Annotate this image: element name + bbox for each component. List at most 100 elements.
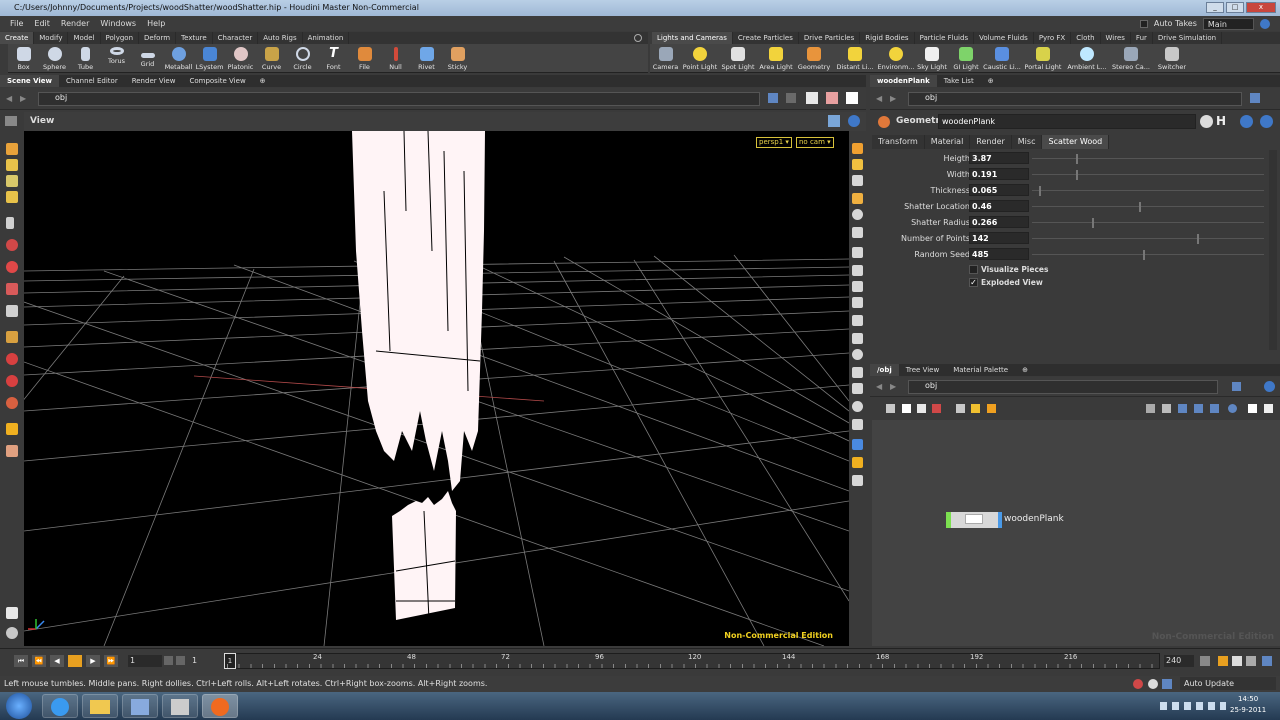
gear-icon[interactable]: [1264, 381, 1275, 392]
frame-step-icon[interactable]: [164, 656, 173, 665]
viewer-path-field[interactable]: obj: [38, 92, 760, 106]
start-button[interactable]: [6, 693, 32, 719]
shelf-tab-drive-particles[interactable]: Drive Particles: [799, 32, 861, 44]
height-input[interactable]: 3.87: [969, 152, 1029, 164]
pointer-icon[interactable]: [6, 217, 14, 229]
shelf-left-add-icon[interactable]: [634, 34, 642, 42]
shelf-tab-auto-rigs[interactable]: Auto Rigs: [258, 32, 303, 44]
lod-icon[interactable]: [852, 401, 863, 412]
auto-takes-toggle[interactable]: [1139, 19, 1148, 28]
gear-icon[interactable]: [1200, 115, 1213, 128]
backface-icon[interactable]: [852, 193, 863, 204]
shelf-tool-box[interactable]: Box: [8, 44, 39, 73]
network-editor[interactable]: woodenPlank Non-Commercial Edition: [872, 420, 1280, 646]
note-icon[interactable]: [971, 404, 980, 413]
display-box-icon[interactable]: [806, 92, 818, 104]
help-icon[interactable]: [1240, 115, 1253, 128]
weight-icon[interactable]: [6, 397, 18, 409]
menu-windows[interactable]: Windows: [100, 19, 136, 28]
add-tab-icon[interactable]: ⊕: [1015, 364, 1035, 376]
normals-icon[interactable]: [852, 227, 863, 238]
random-seed-input[interactable]: 485: [969, 248, 1029, 260]
zoom-icon[interactable]: [1228, 404, 1237, 413]
shelf-tab-model[interactable]: Model: [68, 32, 101, 44]
frame-lock-icon[interactable]: [176, 656, 185, 665]
slider-knob[interactable]: [1076, 154, 1079, 164]
box-icon[interactable]: [987, 404, 996, 413]
scene-viewport[interactable]: persp1 ▾ no cam ▾ Non-Commercial Edition: [24, 131, 849, 646]
wire-mode-icon[interactable]: [1178, 404, 1187, 413]
tab-scene-view[interactable]: Scene View: [0, 75, 60, 87]
camera-view-icon[interactable]: [6, 627, 18, 639]
prim-num-icon[interactable]: [852, 281, 863, 292]
shelf-tab-deform[interactable]: Deform: [139, 32, 177, 44]
exploded-view-checkbox[interactable]: ✓: [969, 278, 978, 287]
shelf-tab-create[interactable]: Create: [0, 32, 35, 44]
rotate-tool-icon[interactable]: [6, 175, 18, 187]
help-icon[interactable]: [1248, 404, 1257, 413]
close-icon[interactable]: [1264, 404, 1273, 413]
slider-knob[interactable]: [1038, 186, 1041, 196]
tab-take-list[interactable]: Take List: [937, 75, 981, 87]
param-path-field[interactable]: obj: [908, 92, 1242, 106]
maximize-button[interactable]: □: [1226, 2, 1244, 13]
shelf-tool-torus[interactable]: Torus: [101, 44, 132, 73]
vertex-icon[interactable]: [852, 265, 863, 276]
handle-tool-icon[interactable]: [6, 239, 18, 251]
width-slider[interactable]: [1032, 170, 1264, 180]
menu-help[interactable]: Help: [147, 19, 165, 28]
network-node-label[interactable]: woodenPlank: [1004, 514, 1064, 524]
taskbar-explorer-icon[interactable]: [82, 694, 118, 718]
play-reverse-button[interactable]: ◀: [50, 655, 64, 667]
current-frame-field[interactable]: 1: [190, 655, 220, 667]
shelf-tool-lsystem[interactable]: LSystem: [194, 44, 225, 73]
tab-scatter-wood[interactable]: Scatter Wood: [1042, 135, 1110, 149]
back-icon[interactable]: ◀: [6, 91, 12, 107]
width-input[interactable]: 0.191: [969, 168, 1029, 180]
shatter-location-input[interactable]: 0.46: [969, 200, 1029, 212]
capture-icon[interactable]: [6, 375, 18, 387]
shatter-location-slider[interactable]: [1032, 202, 1264, 212]
shelf-tool-null[interactable]: Null: [380, 44, 411, 73]
shelf-tool-tube[interactable]: Tube: [70, 44, 101, 73]
tab-render-view[interactable]: Render View: [125, 75, 183, 87]
arrange-icon[interactable]: [1146, 404, 1155, 413]
add-tab-icon[interactable]: ⊕: [981, 75, 1001, 87]
shelf-tab-particle-fluids[interactable]: Particle Fluids: [915, 32, 975, 44]
param-scrollbar[interactable]: [1269, 150, 1277, 350]
light-toggle-icon[interactable]: [852, 143, 863, 154]
brush-icon[interactable]: [6, 445, 18, 457]
cache-icon[interactable]: [1148, 679, 1158, 689]
persp-camera-menu[interactable]: persp1 ▾: [756, 137, 792, 148]
pose-tool-icon[interactable]: [6, 261, 18, 273]
shelf-tool-distant-light[interactable]: Distant Li...: [833, 44, 877, 73]
shelf-tool-caustic-light[interactable]: Caustic Li...: [983, 44, 1021, 73]
tab-channel-editor[interactable]: Channel Editor: [59, 75, 125, 87]
menu-file[interactable]: File: [10, 19, 23, 28]
back-icon[interactable]: ◀: [876, 91, 882, 107]
audio-icon[interactable]: [1200, 656, 1210, 666]
taskbar-houdini-icon[interactable]: [202, 694, 238, 718]
pin-icon[interactable]: [1232, 382, 1241, 391]
slider-knob[interactable]: [1092, 218, 1095, 228]
tab-material-palette[interactable]: Material Palette: [946, 364, 1015, 376]
network-path-field[interactable]: obj: [908, 380, 1218, 394]
shelf-tool-rivet[interactable]: Rivet: [411, 44, 442, 73]
tab-tree-view[interactable]: Tree View: [899, 364, 946, 376]
shelf-tab-pyro-fx[interactable]: Pyro FX: [1034, 32, 1072, 44]
close-button[interactable]: x: [1246, 2, 1276, 13]
thickness-slider[interactable]: [1032, 186, 1264, 196]
select-tool-icon[interactable]: [6, 143, 18, 155]
taskbar-app-icon[interactable]: [162, 694, 198, 718]
shelf-tab-create-particles[interactable]: Create Particles: [733, 32, 799, 44]
number-of-points-input[interactable]: 142: [969, 232, 1029, 244]
tab-render[interactable]: Render: [970, 135, 1012, 149]
paste-icon[interactable]: [932, 404, 941, 413]
link-icon[interactable]: [786, 93, 796, 103]
shelf-tool-metaball[interactable]: Metaball: [163, 44, 194, 73]
shelf-tool-spot-light[interactable]: Spot Light: [719, 44, 757, 73]
tab-misc[interactable]: Misc: [1011, 135, 1043, 149]
shelf-tool-portal-light[interactable]: Portal Light: [1021, 44, 1065, 73]
visualize-pieces-checkbox[interactable]: [969, 265, 978, 274]
shelf-tab-animation[interactable]: Animation: [303, 32, 350, 44]
